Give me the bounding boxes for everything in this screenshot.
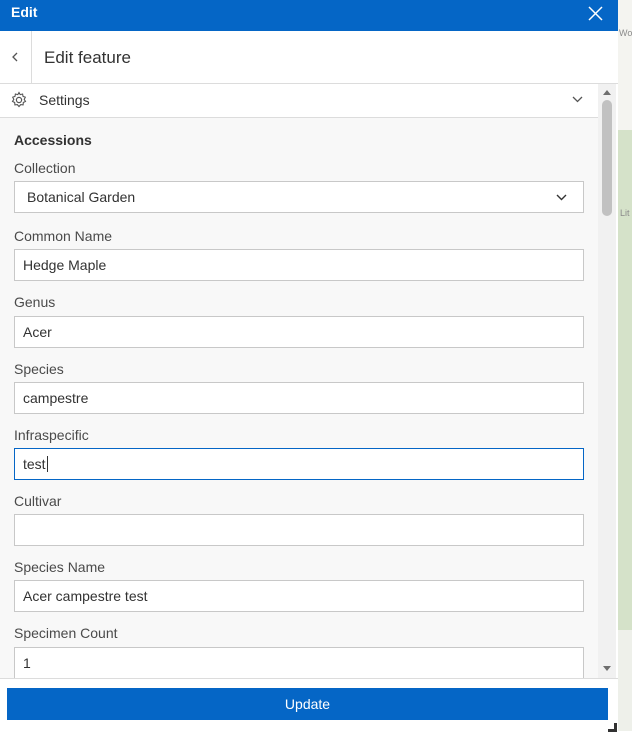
- scroll-up-arrow-icon[interactable]: [603, 90, 611, 95]
- common-name-value: Hedge Maple: [23, 257, 107, 273]
- panel-header: Edit feature: [0, 31, 618, 84]
- map-label-top: Wo: [619, 28, 632, 38]
- title-bar: Edit: [0, 0, 618, 31]
- settings-label: Settings: [39, 92, 90, 108]
- species-name-value: Acer campestre test: [23, 588, 148, 604]
- scroll-down-arrow-icon[interactable]: [603, 666, 611, 671]
- cultivar-label: Cultivar: [14, 493, 62, 509]
- map-label-mid: Lit: [620, 208, 630, 218]
- collection-select[interactable]: Botanical Garden: [14, 181, 584, 213]
- infraspecific-value: test: [23, 456, 46, 472]
- page-title: Edit feature: [44, 48, 131, 67]
- genus-label: Genus: [14, 294, 56, 310]
- specimen-count-input[interactable]: 1: [14, 647, 584, 678]
- common-name-input[interactable]: Hedge Maple: [14, 249, 584, 281]
- collection-value: Botanical Garden: [27, 189, 136, 205]
- map-background[interactable]: Wo Lit: [618, 0, 632, 731]
- map-area-top: [618, 0, 632, 130]
- cultivar-input[interactable]: [14, 514, 584, 546]
- species-name-input[interactable]: Acer campestre test: [14, 580, 584, 612]
- species-value: campestre: [23, 390, 89, 406]
- collection-label: Collection: [14, 160, 76, 176]
- panel-footer: Update: [0, 678, 618, 732]
- infraspecific-label: Infraspecific: [14, 427, 89, 443]
- edit-panel: Edit Edit feature Settings Accessions Co…: [0, 0, 618, 732]
- update-button[interactable]: Update: [7, 688, 608, 720]
- section-title: Accessions: [14, 132, 92, 148]
- specimen-count-value: 1: [23, 655, 31, 671]
- genus-input[interactable]: Acer: [14, 316, 584, 348]
- infraspecific-input[interactable]: test: [14, 448, 584, 480]
- map-area-park: [618, 130, 632, 630]
- scrollbar-thumb[interactable]: [602, 100, 612, 216]
- specimen-count-label: Specimen Count: [14, 625, 118, 641]
- chevron-left-icon: [12, 52, 18, 62]
- common-name-label: Common Name: [14, 228, 113, 244]
- species-input[interactable]: campestre: [14, 382, 584, 414]
- species-label: Species: [14, 361, 64, 377]
- form-content: Accessions Collection Botanical Garden C…: [0, 118, 598, 678]
- map-area-bottom: [618, 630, 632, 731]
- close-icon[interactable]: [587, 5, 604, 22]
- chevron-down-icon: [572, 96, 583, 103]
- scrollbar[interactable]: [598, 84, 616, 678]
- settings-toggle[interactable]: Settings: [0, 84, 598, 118]
- window-title: Edit: [11, 4, 38, 20]
- back-button[interactable]: [0, 31, 32, 83]
- species-name-label: Species Name: [14, 559, 106, 575]
- gear-icon: [11, 91, 27, 108]
- chevron-down-icon: [556, 194, 567, 201]
- genus-value: Acer: [23, 324, 52, 340]
- text-cursor: [46, 456, 48, 472]
